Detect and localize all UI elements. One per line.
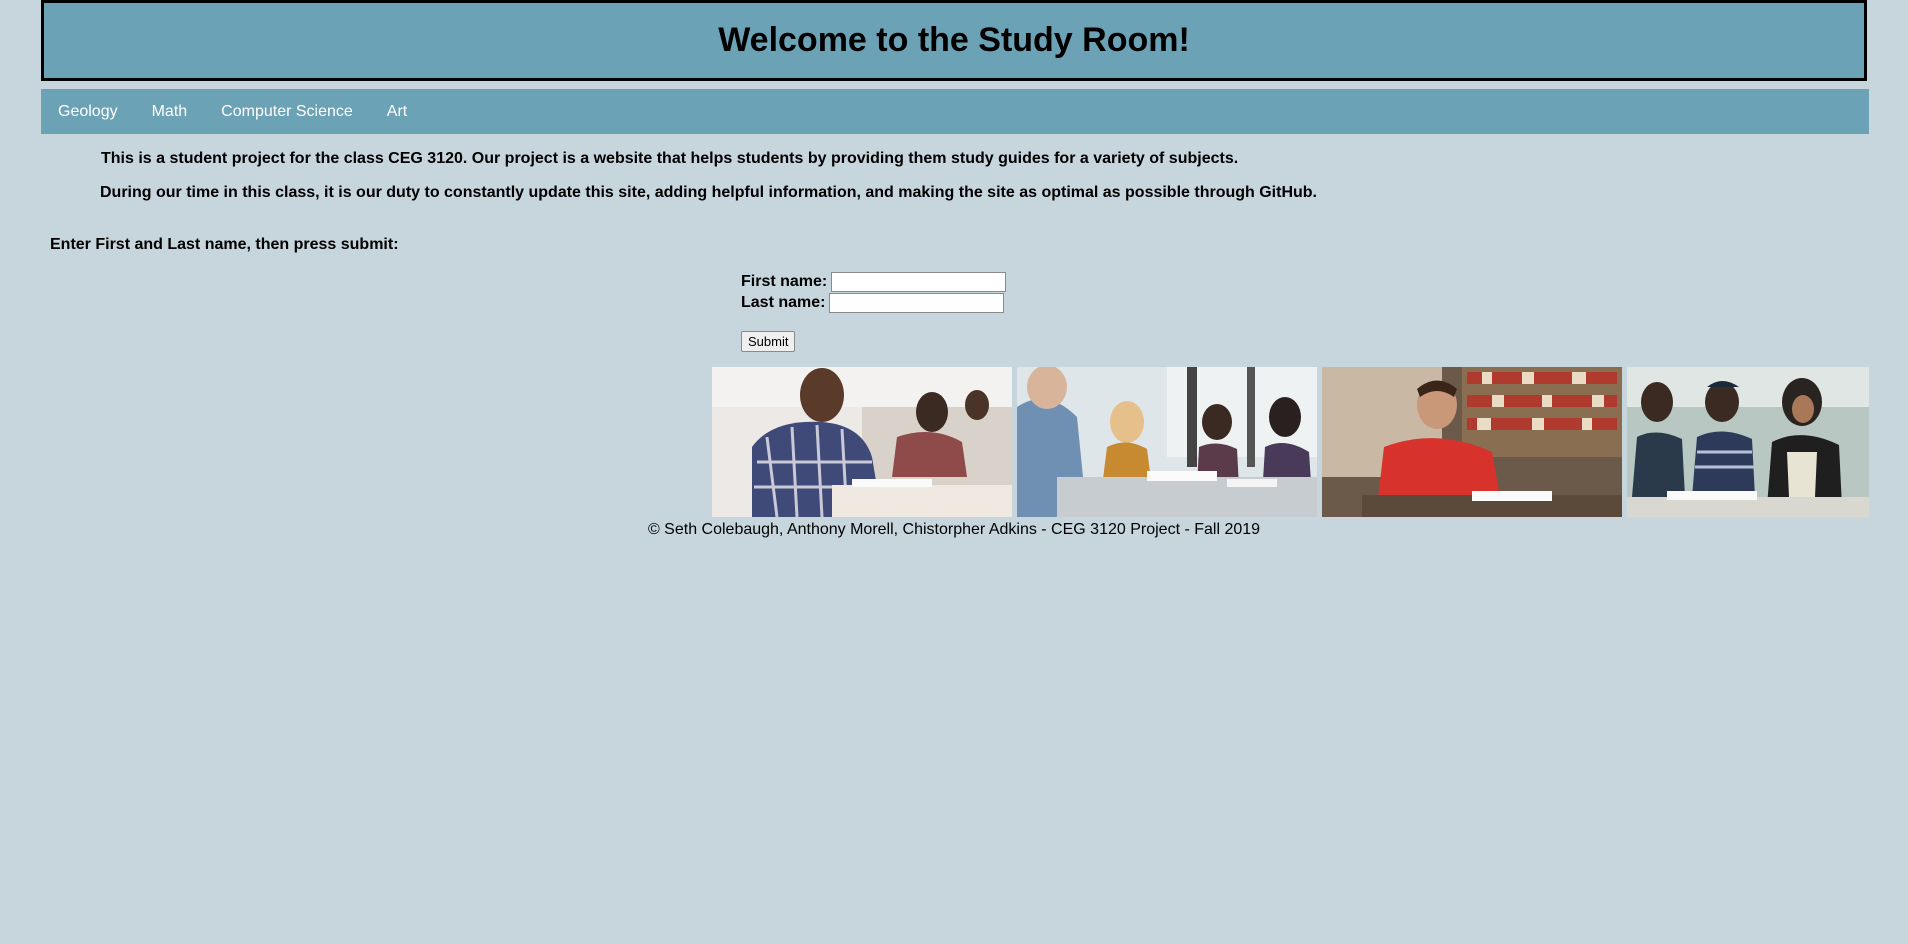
intro-paragraph-1: This is a student project for the class … <box>101 150 1239 167</box>
first-name-input[interactable] <box>831 271 1007 292</box>
nav-link-computer-science[interactable]: Computer Science <box>204 89 370 134</box>
library-student-photo <box>1322 367 1622 517</box>
intro-paragraph-2: During our time in this class, it is our… <box>100 184 1317 201</box>
last-name-label: Last name: <box>741 293 826 311</box>
page: Welcome to the Study Room! Geology Math … <box>0 0 1908 944</box>
nav-link-math[interactable]: Math <box>135 89 205 134</box>
page-title: Welcome to the Study Room! <box>718 21 1190 59</box>
nav-link-geology[interactable]: Geology <box>41 89 135 134</box>
submit-button[interactable]: Submit <box>741 331 796 352</box>
nav-bar: Geology Math Computer Science Art <box>41 89 1869 134</box>
group-study-photo <box>1017 367 1317 517</box>
last-name-input[interactable] <box>829 292 1005 313</box>
last-name-row: Last name: <box>741 292 1006 313</box>
first-name-row: First name: <box>741 271 1007 292</box>
students-reading-photo <box>1627 367 1869 517</box>
first-name-label: First name: <box>741 272 828 290</box>
photo-strip <box>712 367 1869 517</box>
nav-link-art[interactable]: Art <box>370 89 424 134</box>
site-header: Welcome to the Study Room! <box>41 0 1867 81</box>
form-prompt: Enter First and Last name, then press su… <box>50 236 399 253</box>
footer-copyright: © Seth Colebaugh, Anthony Morell, Chisto… <box>647 521 1261 538</box>
name-form: First name: Last name: <box>741 271 1007 313</box>
students-at-desks-photo <box>712 367 1012 517</box>
